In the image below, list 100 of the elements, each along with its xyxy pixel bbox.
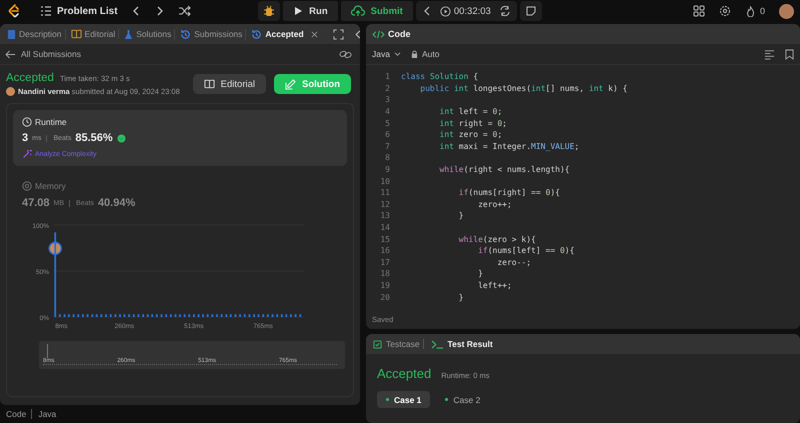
problem-list-button[interactable]: Problem List — [40, 5, 118, 17]
histogram-bar — [285, 314, 288, 317]
histogram-bar — [96, 314, 98, 317]
line-number: 5 — [384, 118, 390, 128]
grid-icon[interactable] — [692, 5, 705, 17]
histogram-bar — [132, 314, 135, 317]
line-number: 1 — [384, 72, 390, 82]
code-line: class Solution { — [401, 72, 478, 82]
code-icon — [372, 30, 385, 38]
collapse-icon[interactable] — [422, 5, 432, 17]
line-number: 2 — [384, 84, 390, 93]
avatar — [6, 87, 15, 96]
shuffle-icon[interactable] — [178, 5, 192, 17]
line-number: 14 — [379, 223, 390, 232]
histogram-bar — [276, 314, 278, 317]
code-line: if(nums[right] == 0){ — [458, 188, 560, 198]
play-circle-icon — [440, 6, 451, 16]
histogram-bar — [58, 314, 61, 317]
line-number: 19 — [379, 280, 390, 290]
auto-mode[interactable]: Auto — [410, 49, 440, 59]
document-icon — [7, 28, 16, 40]
case-tab[interactable]: Case 2 — [436, 391, 490, 408]
edit-icon — [285, 78, 296, 90]
line-number: 6 — [384, 130, 390, 140]
histogram-bar — [225, 314, 228, 317]
checkbox-icon — [373, 340, 382, 348]
collapse-panel-icon[interactable] — [354, 28, 360, 40]
histogram-bar — [262, 314, 264, 317]
memory-icon — [22, 181, 32, 191]
note-button[interactable] — [520, 1, 542, 21]
chevron-down-icon — [394, 52, 401, 56]
link-icon[interactable] — [339, 50, 352, 58]
panel-tab[interactable]: Testcase — [370, 339, 424, 349]
settings-icon[interactable] — [718, 5, 731, 17]
all-submissions-link[interactable]: All Submissions — [5, 49, 81, 59]
close-icon[interactable] — [310, 30, 318, 38]
histogram-bar — [100, 314, 102, 317]
histogram-bar — [114, 314, 116, 317]
line-number: 10 — [379, 176, 390, 186]
list-icon — [40, 5, 52, 17]
status-text: Accepted — [6, 72, 54, 84]
language-dropdown[interactable]: Java — [372, 49, 401, 59]
histogram-bar — [156, 314, 158, 317]
memory-title: Memory — [35, 181, 66, 191]
histogram-bar — [110, 314, 112, 317]
panel-tab[interactable]: Test Result — [428, 339, 496, 349]
memory-beats: 40.94% — [98, 197, 136, 209]
flask-icon — [124, 28, 134, 40]
book-icon — [70, 29, 82, 39]
language-label: Java — [38, 409, 56, 419]
case-tab[interactable]: Case 1 — [377, 391, 430, 408]
streak-counter[interactable]: 0 — [744, 6, 765, 16]
code-line: } — [477, 269, 483, 278]
maximize-icon[interactable] — [332, 28, 344, 40]
panel-tab[interactable]: Editorial — [68, 29, 120, 39]
code-line: int right = 0; — [438, 118, 507, 128]
line-number: 4 — [384, 107, 390, 116]
clock-icon — [22, 117, 32, 127]
play-icon — [293, 6, 304, 16]
code-line: int maxi = Integer.MIN_VALUE; — [438, 142, 580, 151]
code-line: while(right < nums.length){ — [438, 165, 570, 174]
code-line: } — [458, 211, 464, 220]
result-status: Accepted — [377, 366, 432, 381]
reset-icon[interactable] — [498, 5, 511, 17]
histogram-bar — [77, 314, 80, 317]
line-number: 15 — [379, 234, 390, 244]
histogram-bar — [206, 314, 209, 317]
code-label: Code — [6, 409, 32, 419]
line-number: 17 — [379, 258, 390, 267]
histogram-bar — [220, 314, 223, 317]
code-line: int left = 0; — [438, 107, 502, 116]
line-number: 20 — [379, 292, 390, 302]
code-line: } — [458, 292, 464, 302]
panel-tab[interactable]: Description — [4, 28, 66, 40]
submit-button[interactable]: Submit — [340, 1, 413, 21]
line-number: 18 — [379, 269, 390, 278]
run-button[interactable]: Run — [283, 1, 338, 21]
histogram-bar — [146, 314, 149, 317]
code-line: while(zero > k){ — [458, 234, 536, 244]
code-line: int zero = 0; — [438, 130, 502, 140]
panel-tab[interactable]: Accepted — [248, 28, 321, 40]
runtime-title: Runtime — [35, 117, 67, 127]
line-number: 3 — [384, 95, 390, 104]
bug-icon — [263, 5, 276, 17]
histogram-bar — [165, 314, 168, 317]
line-number: 12 — [379, 200, 390, 209]
debug-button[interactable] — [258, 1, 280, 21]
cloud-upload-icon — [350, 5, 365, 17]
line-number: 7 — [384, 142, 390, 151]
line-number: 16 — [379, 246, 390, 256]
bookmark-icon[interactable] — [785, 48, 794, 60]
panel-tab[interactable]: Solutions — [121, 28, 176, 40]
editorial-button[interactable]: Editorial — [192, 74, 266, 94]
format-icon[interactable] — [764, 48, 775, 60]
panel-tab[interactable]: Submissions — [177, 28, 246, 40]
code-line: zero--; — [496, 258, 532, 267]
avatar[interactable] — [779, 4, 794, 18]
histogram-bar — [211, 314, 214, 317]
code-tab[interactable]: Code — [372, 29, 410, 39]
histogram-bar — [86, 314, 89, 317]
